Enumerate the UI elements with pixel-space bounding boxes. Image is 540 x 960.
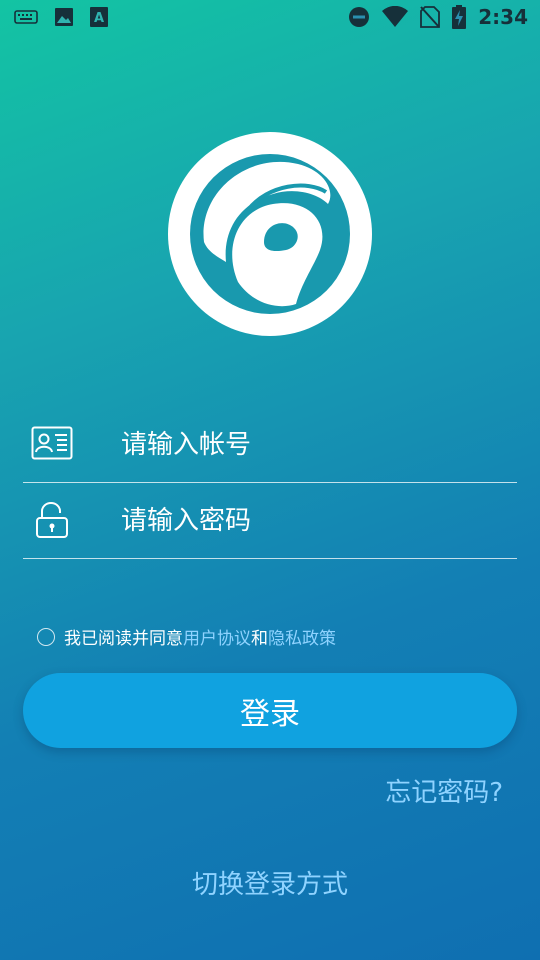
password-input[interactable] bbox=[119, 498, 503, 544]
agreement-row: 我已阅读并同意 用户协议 和 隐私政策 bbox=[37, 624, 336, 649]
id-card-icon bbox=[31, 426, 73, 462]
status-time: 2:34 bbox=[478, 5, 528, 29]
agreement-prefix: 我已阅读并同意 bbox=[64, 629, 183, 649]
switch-login-method-link[interactable]: 切换登录方式 bbox=[0, 864, 540, 901]
account-input[interactable] bbox=[119, 422, 503, 468]
user-agreement-link[interactable]: 用户协议 bbox=[183, 624, 251, 649]
text-a-icon: A bbox=[90, 7, 108, 27]
image-icon bbox=[54, 7, 74, 27]
agreement-checkbox[interactable] bbox=[37, 627, 55, 646]
wifi-icon bbox=[382, 6, 409, 28]
no-sim-icon bbox=[420, 6, 441, 28]
keyboard-icon bbox=[14, 8, 38, 26]
password-field bbox=[23, 484, 517, 559]
brand-logo-icon bbox=[168, 132, 372, 336]
account-field bbox=[23, 408, 517, 483]
battery-charging-icon bbox=[452, 5, 467, 29]
lock-icon bbox=[31, 502, 73, 538]
forgot-password-link[interactable]: 忘记密码? bbox=[385, 772, 503, 809]
privacy-policy-link[interactable]: 隐私政策 bbox=[268, 624, 336, 649]
status-bar: A 2:34 bbox=[0, 0, 540, 36]
login-button[interactable]: 登录 bbox=[23, 673, 517, 748]
svg-text:A: A bbox=[94, 11, 104, 26]
do-not-disturb-icon bbox=[348, 6, 370, 28]
agreement-and: 和 bbox=[251, 629, 268, 649]
